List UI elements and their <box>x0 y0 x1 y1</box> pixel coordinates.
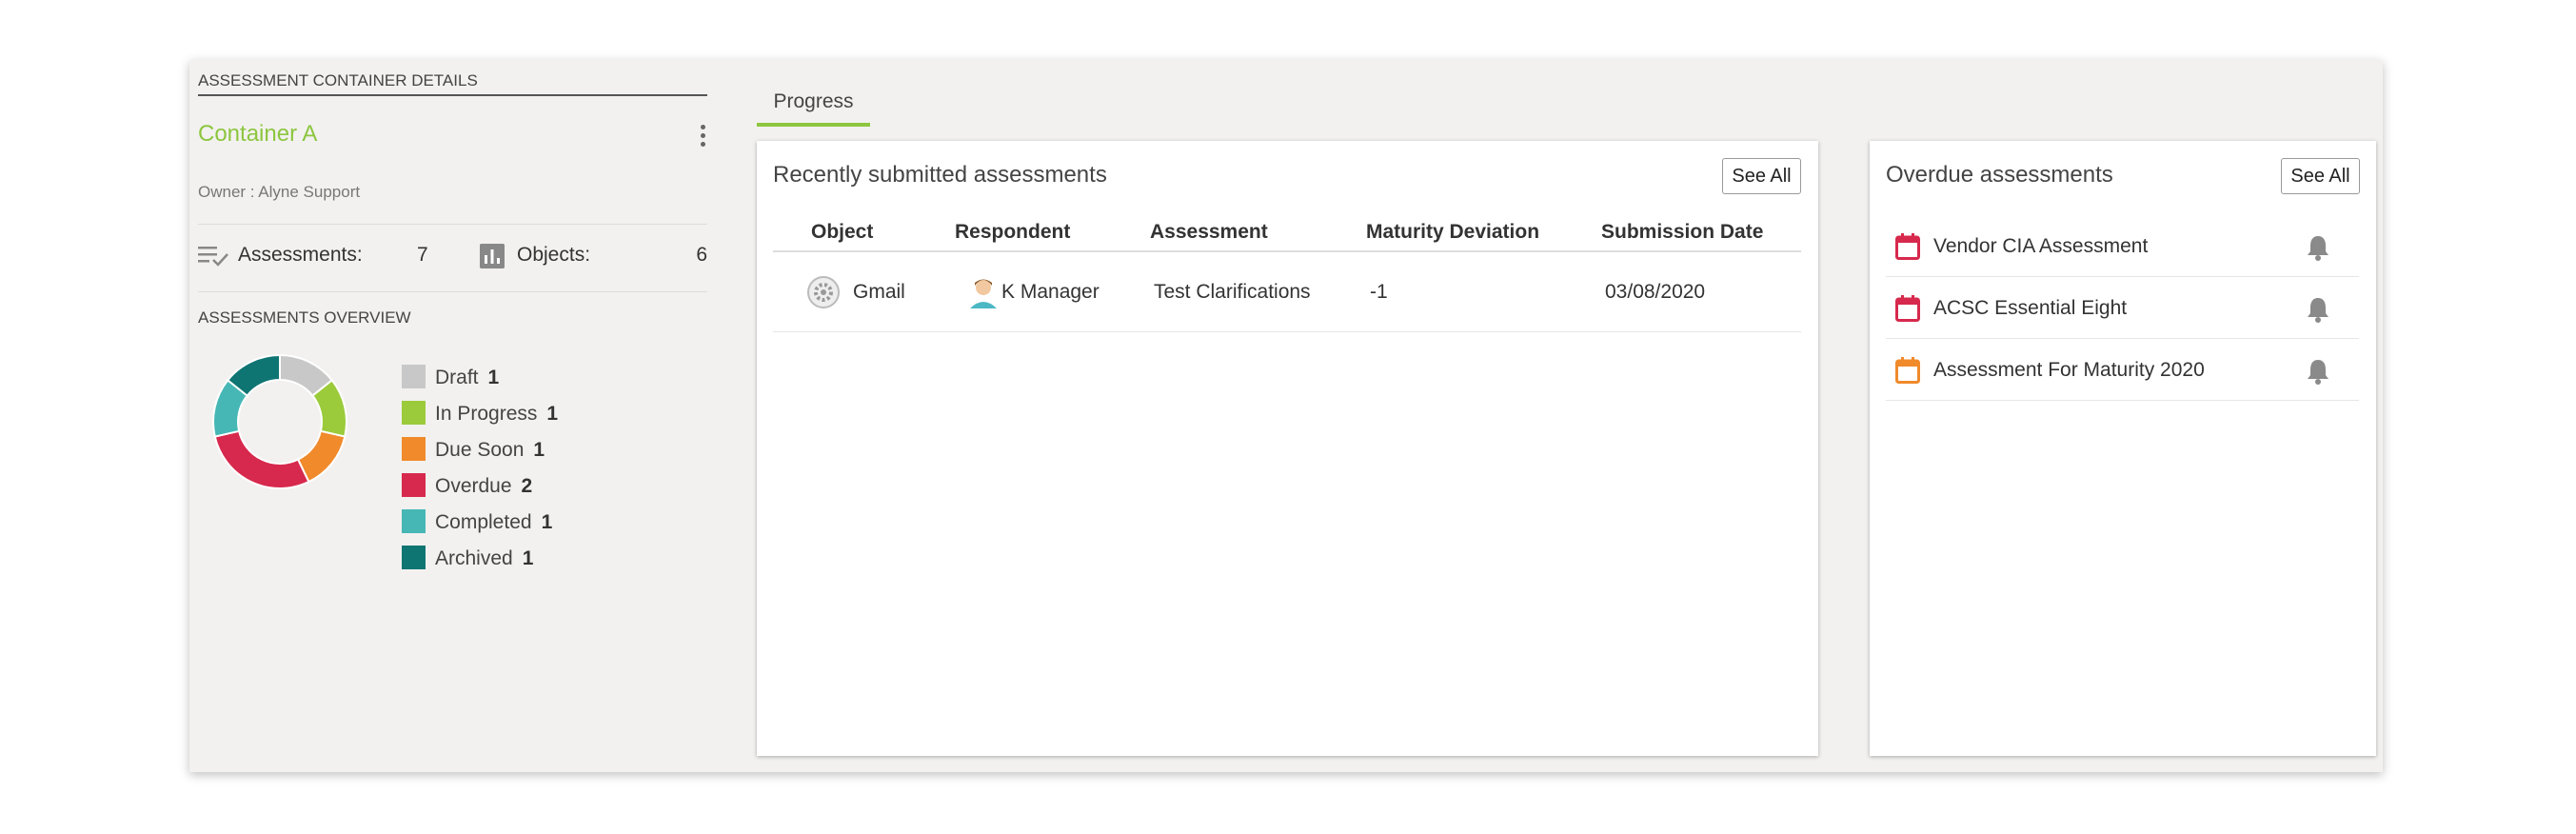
legend-label: In Progress <box>435 403 538 425</box>
tab-progress[interactable]: Progress <box>757 83 870 127</box>
column-header-submission-date[interactable]: Submission Date <box>1601 221 1763 244</box>
cell-assessment: Test Clarifications <box>1154 281 1311 303</box>
legend-swatch <box>402 509 426 533</box>
divider <box>198 291 707 292</box>
checklist-icon <box>198 247 228 267</box>
column-header-object[interactable]: Object <box>811 221 873 244</box>
list-item[interactable]: ACSC Essential Eight <box>1886 277 2359 339</box>
table-header: Object Respondent Assessment Maturity De… <box>773 213 1801 252</box>
legend-count: 1 <box>541 511 553 533</box>
assessments-label: Assessments: <box>238 244 363 266</box>
legend-count: 2 <box>521 475 533 497</box>
container-details-title: ASSESSMENT CONTAINER DETAILS <box>198 71 707 96</box>
bell-icon[interactable] <box>2306 296 2330 323</box>
more-options-icon[interactable] <box>698 125 707 157</box>
cell-respondent: K Manager <box>1001 281 1100 303</box>
legend-label: Draft <box>435 367 479 388</box>
overdue-assessments-title: Overdue assessments <box>1886 162 2113 188</box>
assessments-donut-chart <box>212 353 347 489</box>
calendar-icon <box>1895 233 1920 260</box>
assessments-count: 7 <box>417 244 428 266</box>
avatar <box>966 274 1001 308</box>
assessment-container-view: ASSESSMENT CONTAINER DETAILS Container A… <box>189 60 2383 772</box>
recent-assessments-card: Recently submitted assessments See All O… <box>757 141 1818 756</box>
list-item[interactable]: Assessment For Maturity 2020 <box>1886 339 2359 401</box>
column-header-assessment[interactable]: Assessment <box>1150 221 1268 244</box>
legend-label: Overdue <box>435 475 512 497</box>
cell-submission-date: 03/08/2020 <box>1605 281 1706 303</box>
cell-maturity-deviation: -1 <box>1370 281 1388 303</box>
overview-title: ASSESSMENTS OVERVIEW <box>198 308 411 327</box>
overdue-item-label[interactable]: Assessment For Maturity 2020 <box>1933 359 2205 382</box>
legend-label: Due Soon <box>435 439 525 461</box>
overdue-item-label[interactable]: Vendor CIA Assessment <box>1933 235 2148 258</box>
legend-swatch <box>402 401 426 425</box>
column-header-respondent[interactable]: Respondent <box>955 221 1070 244</box>
list-item[interactable]: Vendor CIA Assessment <box>1886 215 2359 277</box>
legend-count: 1 <box>487 367 500 388</box>
bell-icon[interactable] <box>2306 234 2330 261</box>
cell-object: Gmail <box>853 281 905 303</box>
legend-swatch <box>402 546 426 569</box>
column-header-maturity-deviation[interactable]: Maturity Deviation <box>1366 221 1539 244</box>
owner-text: Owner : Alyne Support <box>198 183 361 201</box>
legend-count: 1 <box>546 403 559 425</box>
objects-count: 6 <box>696 244 707 266</box>
overdue-see-all-button[interactable]: See All <box>2281 158 2360 194</box>
legend-swatch <box>402 365 426 388</box>
calendar-icon <box>1895 357 1920 384</box>
bar-chart-icon <box>480 244 505 268</box>
donut-slice-overdue[interactable] <box>213 429 310 489</box>
gear-icon <box>807 276 840 308</box>
calendar-icon <box>1895 295 1920 322</box>
table-row[interactable]: Gmail K Manager Test Clarifications -1 0… <box>773 251 1801 332</box>
legend-label: Archived <box>435 547 513 569</box>
legend-count: 1 <box>522 547 534 569</box>
legend-swatch <box>402 473 426 497</box>
overdue-assessments-card: Overdue assessments See All Vendor CIA A… <box>1870 141 2376 756</box>
bell-icon[interactable] <box>2306 358 2330 385</box>
legend-count: 1 <box>533 439 545 461</box>
recent-see-all-button[interactable]: See All <box>1722 158 1801 194</box>
overdue-item-label[interactable]: ACSC Essential Eight <box>1933 297 2127 320</box>
container-name: Container A <box>198 121 318 147</box>
objects-label: Objects: <box>517 244 591 266</box>
divider <box>198 224 707 225</box>
container-stats: Assessments: 7 Objects: 6 <box>198 241 707 273</box>
container-details-panel: ASSESSMENT CONTAINER DETAILS Container A… <box>198 71 707 569</box>
legend-swatch <box>402 437 426 461</box>
recent-assessments-title: Recently submitted assessments <box>773 162 1107 188</box>
legend-label: Completed <box>435 511 532 533</box>
